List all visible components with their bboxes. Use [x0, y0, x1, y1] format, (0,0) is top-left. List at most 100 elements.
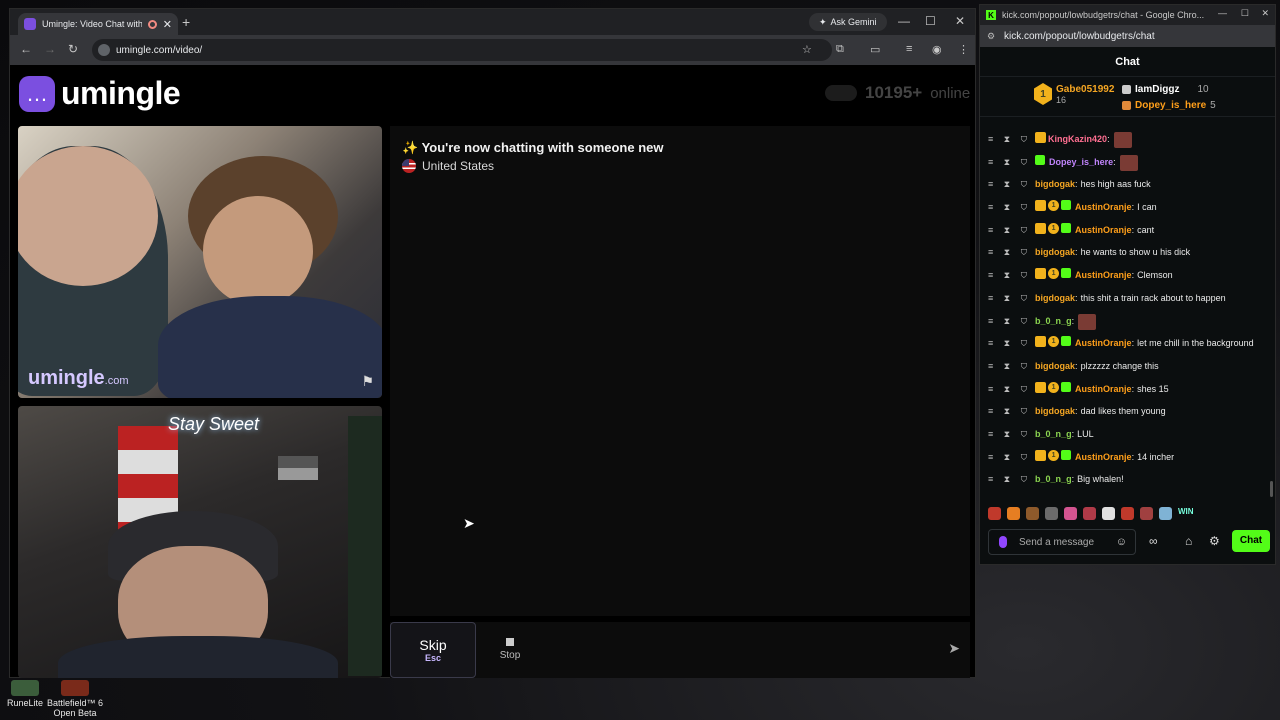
chat-username[interactable]: bigdogak	[1035, 291, 1075, 305]
mod-actions-icon[interactable]: ≡ ⧗ ⛉	[988, 404, 1031, 418]
forward-button[interactable]: →	[44, 42, 56, 56]
mod-actions-icon[interactable]: ≡ ⧗ ⛉	[988, 291, 1031, 305]
new-tab-button[interactable]: +	[182, 14, 190, 30]
settings-gear-icon[interactable]: ⚙	[1209, 534, 1220, 548]
maximize-button[interactable]: ☐	[925, 14, 936, 28]
chat-message-text: hes high aas fuck	[1080, 179, 1151, 190]
back-button[interactable]: ←	[20, 42, 32, 56]
site-settings-icon[interactable]: ⚙	[987, 31, 995, 42]
kick-minimize-button[interactable]: —	[1218, 8, 1227, 18]
report-flag-icon[interactable]: ⚑	[361, 373, 374, 390]
close-window-button[interactable]: ✕	[955, 14, 965, 28]
chat-username[interactable]: b_0_n_g	[1035, 472, 1072, 486]
chat-username[interactable]: bigdogak	[1035, 359, 1075, 373]
menu-icon[interactable]: ⋮	[958, 43, 969, 56]
bookmark-star-icon[interactable]: ☆	[802, 43, 812, 56]
chat-message: ≡ ⧗ ⛉ 1 AustinOranje: shes 15	[980, 378, 1275, 401]
runelite-icon	[11, 680, 39, 696]
chat-username[interactable]: AustinOranje	[1075, 200, 1132, 214]
emote-button[interactable]	[1159, 507, 1172, 520]
kicks-icon[interactable]: ∞	[1149, 534, 1158, 548]
chat-username[interactable]: Dopey_is_here	[1049, 155, 1113, 169]
leader-second[interactable]: IamDiggz 10	[1122, 81, 1216, 97]
kick-close-button[interactable]: ✕	[1261, 8, 1269, 19]
chat-username[interactable]: b_0_n_g	[1035, 427, 1072, 441]
minimize-button[interactable]: —	[898, 14, 910, 28]
mod-actions-icon[interactable]: ≡ ⧗ ⛉	[988, 336, 1031, 350]
mod-actions-icon[interactable]: ≡ ⧗ ⛉	[988, 268, 1031, 282]
chat-username[interactable]: KingKazin420	[1048, 132, 1107, 146]
mic-icon[interactable]	[999, 536, 1007, 548]
mod-actions-icon[interactable]: ≡ ⧗ ⛉	[988, 472, 1031, 486]
site-info-icon[interactable]	[98, 44, 110, 56]
chat-message: ≡ ⧗ ⛉ 1 AustinOranje: cant	[980, 219, 1275, 242]
umingle-page: … umingle 10195+ online umingle.com ⚑ St…	[10, 65, 975, 678]
emote-button[interactable]	[988, 507, 1001, 520]
stop-button[interactable]: Stop	[482, 622, 538, 678]
desktop-icon-battlefield[interactable]: Battlefield™ 6 Open Beta	[40, 680, 110, 718]
online-count: 10195+	[865, 83, 923, 102]
chat-username[interactable]: AustinOranje	[1075, 382, 1132, 396]
chat-username[interactable]: AustinOranje	[1075, 336, 1132, 350]
mod-actions-icon[interactable]: ≡ ⧗ ⛉	[988, 223, 1031, 237]
reload-button[interactable]: ↻	[68, 42, 78, 56]
ask-gemini-button[interactable]: ✦ Ask Gemini	[809, 13, 887, 31]
chat-message-text: LUL	[1077, 428, 1094, 439]
mod-actions-icon[interactable]: ≡ ⧗ ⛉	[988, 132, 1031, 146]
emote-button[interactable]	[1102, 507, 1115, 520]
chat-scrollbar[interactable]	[1270, 481, 1273, 497]
mod-actions-icon[interactable]: ≡ ⧗ ⛉	[988, 359, 1031, 373]
kick-address-bar[interactable]: ⚙ kick.com/popout/lowbudgetrs/chat	[980, 25, 1275, 47]
gift-leaderboard: 1 Gabe051992 16 IamDiggz 10 Dopey_is_her…	[980, 77, 1275, 117]
chat-username[interactable]: AustinOranje	[1075, 223, 1132, 237]
tab-umingle[interactable]: Umingle: Video Chat with S ✕	[18, 13, 178, 35]
win-emote-button[interactable]: WIN	[1178, 507, 1194, 520]
leader-count: 16	[1056, 94, 1067, 105]
tab-title: Umingle: Video Chat with S	[42, 19, 142, 29]
username-separator: :	[1131, 202, 1135, 213]
close-tab-icon[interactable]: ✕	[163, 18, 172, 31]
cast-icon[interactable]: ▭	[870, 43, 880, 56]
media-icon[interactable]: ≡	[906, 43, 912, 55]
leader-first[interactable]: 1 Gabe051992 16	[1034, 83, 1114, 105]
message-input[interactable]	[545, 628, 925, 672]
mod-actions-icon[interactable]: ≡ ⧗ ⛉	[988, 450, 1031, 464]
chat-username[interactable]: b_0_n_g	[1035, 314, 1072, 328]
kick-maximize-button[interactable]: ☐	[1241, 8, 1249, 19]
emote-button[interactable]	[1007, 507, 1020, 520]
emote-button[interactable]	[1083, 507, 1096, 520]
send-chat-button[interactable]: Chat	[1232, 530, 1270, 552]
username-separator: :	[1075, 292, 1078, 303]
address-bar[interactable]: umingle.com/video/	[92, 39, 832, 61]
chat-username[interactable]: bigdogak	[1035, 245, 1075, 259]
leader-third[interactable]: Dopey_is_here 5	[1122, 97, 1216, 113]
mod-actions-icon[interactable]: ≡ ⧗ ⛉	[988, 382, 1031, 396]
mod-actions-icon[interactable]: ≡ ⧗ ⛉	[988, 427, 1031, 441]
mod-actions-icon[interactable]: ≡ ⧗ ⛉	[988, 314, 1031, 328]
emoji-icon[interactable]: ☺	[1116, 536, 1127, 548]
chat-message-text: Big whalen!	[1077, 474, 1124, 485]
store-icon[interactable]: ⌂	[1185, 534, 1192, 548]
emote-button[interactable]	[1064, 507, 1077, 520]
extensions-icon[interactable]: ⧉	[836, 43, 844, 56]
emote-button[interactable]	[1121, 507, 1134, 520]
mod-actions-icon[interactable]: ≡ ⧗ ⛉	[988, 200, 1031, 214]
online-toggle[interactable]	[825, 85, 857, 101]
leader-count: 10	[1197, 83, 1209, 95]
chat-message-input[interactable]: Send a message ☺	[988, 529, 1136, 555]
mod-actions-icon[interactable]: ≡ ⧗ ⛉	[988, 177, 1031, 191]
chat-username[interactable]: bigdogak	[1035, 404, 1075, 418]
mod-actions-icon[interactable]: ≡ ⧗ ⛉	[988, 155, 1031, 169]
skip-button[interactable]: Skip Esc	[390, 622, 476, 678]
emote-button[interactable]	[1045, 507, 1058, 520]
emote-button[interactable]	[1026, 507, 1039, 520]
chat-message-text: dad likes them young	[1080, 406, 1166, 417]
chat-username[interactable]: bigdogak	[1035, 177, 1075, 191]
umingle-logo[interactable]: … umingle	[19, 75, 181, 112]
send-icon[interactable]: ➤	[948, 640, 960, 657]
emote-button[interactable]	[1140, 507, 1153, 520]
chat-username[interactable]: AustinOranje	[1075, 268, 1132, 282]
mod-actions-icon[interactable]: ≡ ⧗ ⛉	[988, 245, 1031, 259]
chat-username[interactable]: AustinOranje	[1075, 450, 1132, 464]
profile-icon[interactable]: ◉	[932, 43, 942, 56]
